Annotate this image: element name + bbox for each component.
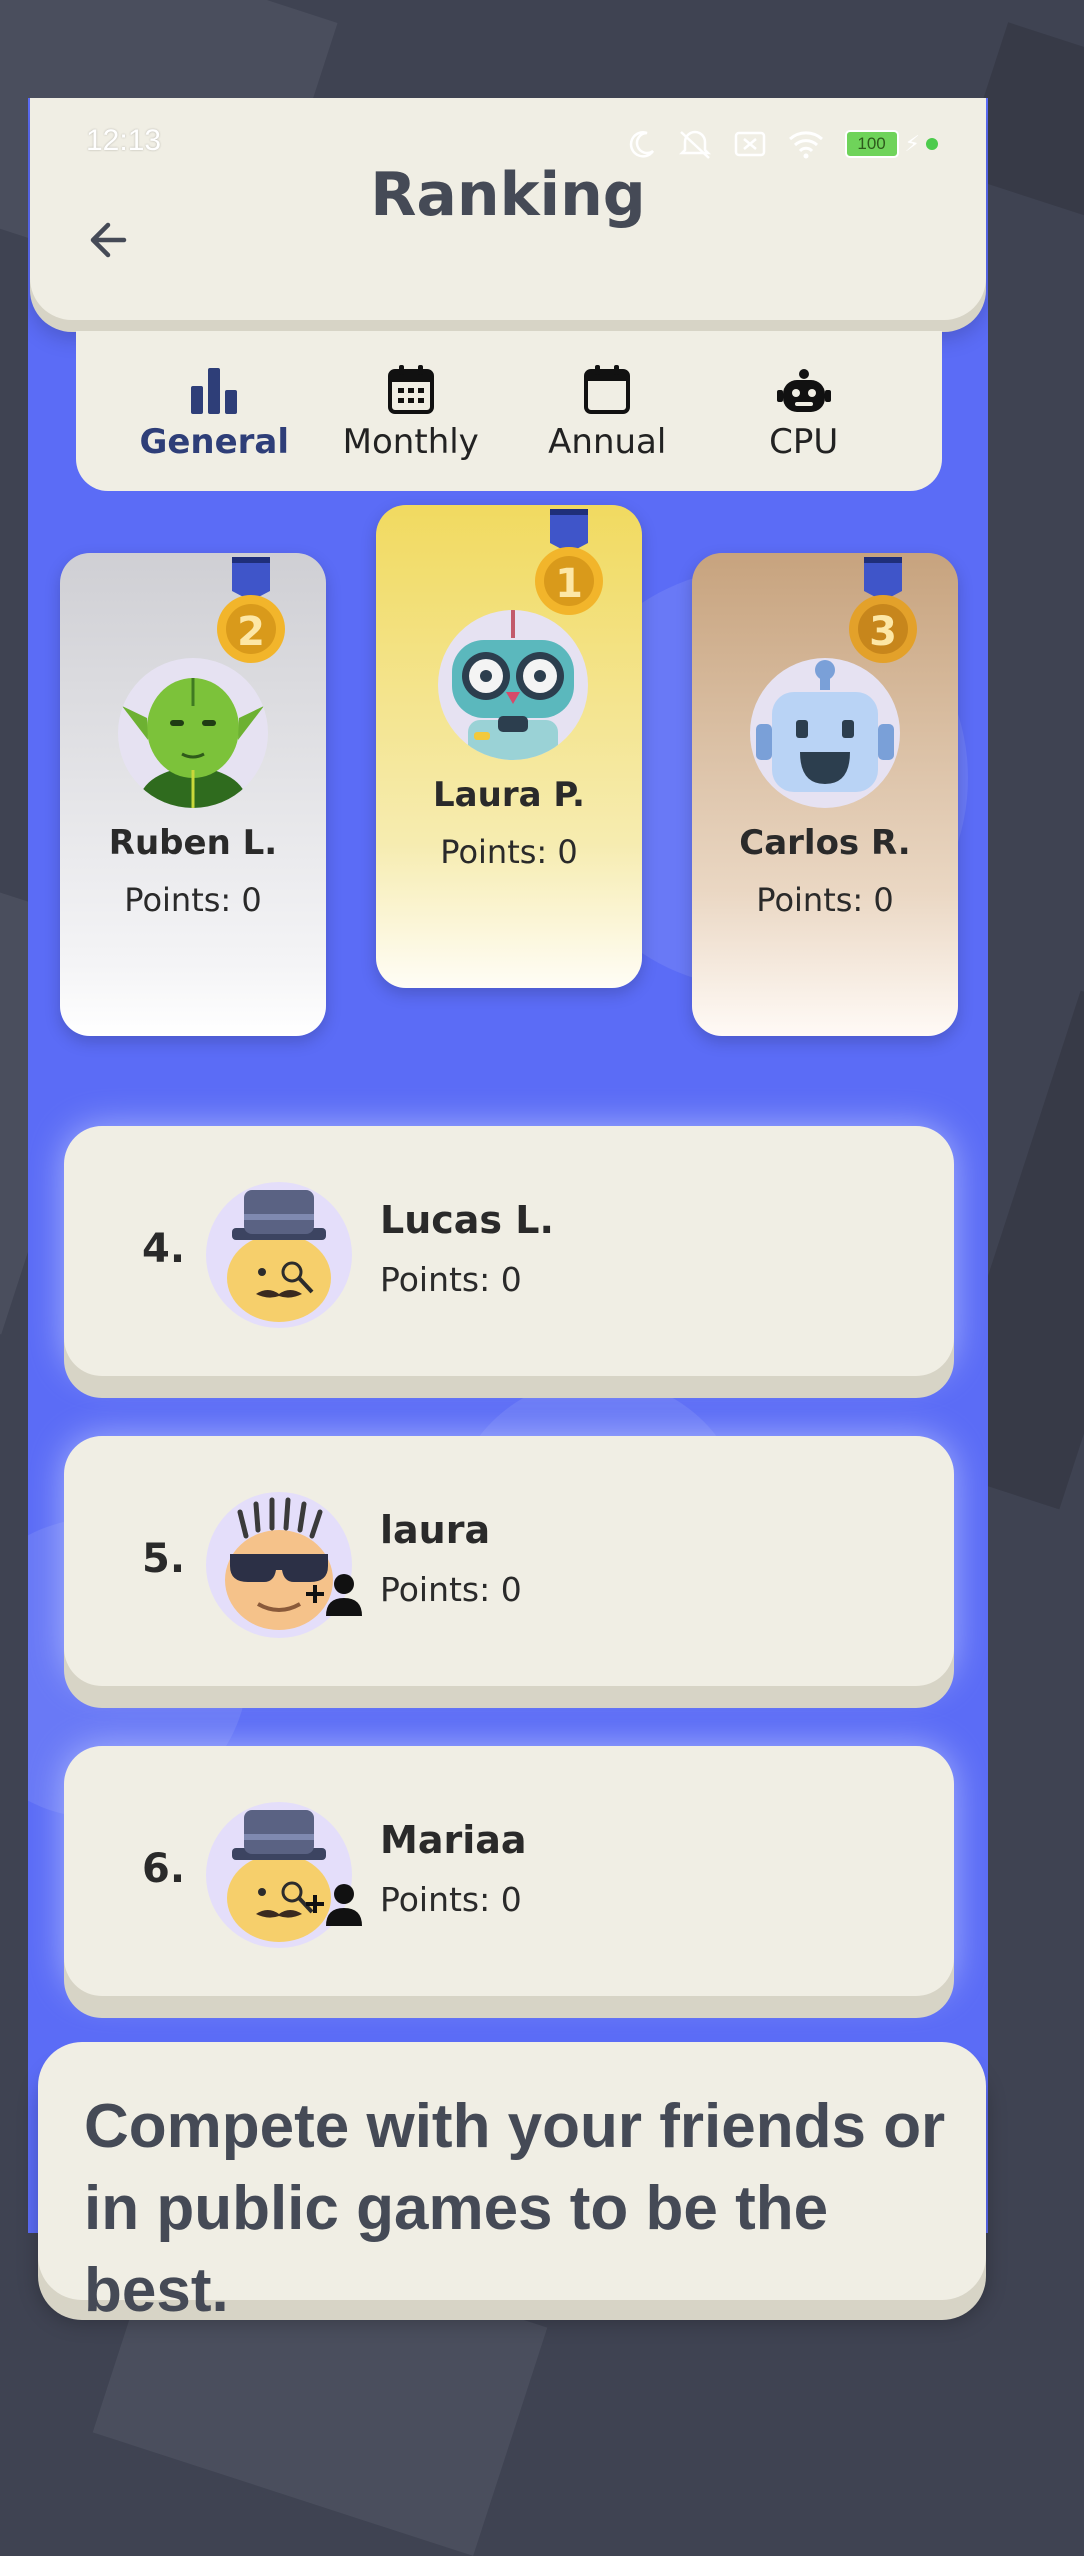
player-name: Mariaa	[380, 1818, 527, 1862]
battery-level: 100	[844, 130, 899, 158]
player-name: Laura P.	[433, 775, 585, 815]
tab-cpu[interactable]: CPU	[719, 360, 889, 462]
tab-label: Monthly	[342, 422, 479, 462]
ranking-row[interactable]: 4. Lucas L. Points: 0	[64, 1126, 954, 1376]
mute-icon	[678, 130, 711, 159]
rank-number: 6.	[142, 1846, 186, 1892]
medal-number: 3	[869, 609, 897, 655]
medal-badge: 3	[842, 557, 924, 667]
avatar	[206, 1182, 352, 1328]
player-points: Points: 0	[380, 1260, 522, 1299]
player-name: Carlos R.	[739, 823, 911, 863]
podium-card-first[interactable]: 1 Laura P. Points: 0	[376, 505, 642, 988]
robot-avatar-icon	[452, 610, 574, 760]
page-title: Ranking	[370, 160, 646, 230]
rank-number: 4.	[142, 1226, 186, 1272]
app-screen: 12:13 100 ⚡ Ranking General Monthly Annu…	[28, 98, 988, 2233]
player-name: Lucas L.	[380, 1198, 554, 1242]
medal-number: 1	[555, 561, 583, 607]
tab-annual[interactable]: Annual	[522, 360, 692, 462]
avatar	[750, 658, 900, 808]
detective-avatar-icon	[227, 1190, 331, 1322]
player-name: laura	[380, 1508, 491, 1552]
promo-text: Compete with your friends or in public g…	[84, 2092, 946, 2325]
goblin-avatar-icon	[122, 678, 264, 808]
tab-label: CPU	[769, 422, 839, 462]
tab-bar: General Monthly Annual CPU	[76, 331, 942, 491]
player-points: Points: 0	[124, 881, 262, 919]
privacy-dot-icon	[926, 138, 938, 150]
status-icons: 100 ⚡	[627, 128, 938, 160]
player-points: Points: 0	[756, 881, 894, 919]
player-points: Points: 0	[380, 1880, 522, 1919]
robot-icon	[776, 369, 831, 412]
battery-icon: 100 ⚡	[844, 130, 938, 158]
player-points: Points: 0	[380, 1570, 522, 1609]
calendar-grid-icon	[387, 365, 434, 414]
header-bar: 12:13 100 ⚡ Ranking	[30, 98, 986, 320]
tab-general[interactable]: General	[129, 360, 299, 462]
ranking-row[interactable]: 6. Mariaa Points: 0	[64, 1746, 954, 1996]
medal-number: 2	[237, 609, 265, 655]
podium-card-third[interactable]: 3 Carlos R. Points: 0	[692, 553, 958, 1036]
player-points: Points: 0	[440, 833, 578, 871]
bar-chart-icon	[191, 368, 238, 414]
rank-number: 5.	[142, 1536, 186, 1582]
podium-card-second[interactable]: 2 Ruben L. Points: 0	[60, 553, 326, 1036]
medal-badge: 2	[210, 557, 292, 667]
add-friend-button[interactable]	[304, 1882, 364, 1932]
avatar	[438, 610, 588, 760]
calendar-blank-icon	[584, 365, 631, 414]
robot-avatar-icon	[756, 660, 894, 792]
no-sim-icon	[734, 131, 765, 157]
status-time: 12:13	[86, 124, 162, 157]
charging-icon: ⚡	[904, 131, 920, 157]
promo-banner: Compete with your friends or in public g…	[38, 2042, 986, 2325]
player-name: Ruben L.	[108, 823, 278, 863]
moon-icon	[629, 131, 654, 158]
add-friend-button[interactable]	[304, 1572, 364, 1622]
ranking-row[interactable]: 5. laura Points: 0	[64, 1436, 954, 1686]
tab-label: Annual	[548, 422, 667, 462]
avatar	[118, 658, 268, 808]
add-person-icon	[306, 1574, 362, 1616]
add-person-icon	[306, 1884, 362, 1926]
medal-badge: 1	[528, 509, 610, 619]
tab-label: General	[139, 422, 290, 462]
tab-monthly[interactable]: Monthly	[326, 360, 496, 462]
wifi-icon	[788, 131, 823, 159]
